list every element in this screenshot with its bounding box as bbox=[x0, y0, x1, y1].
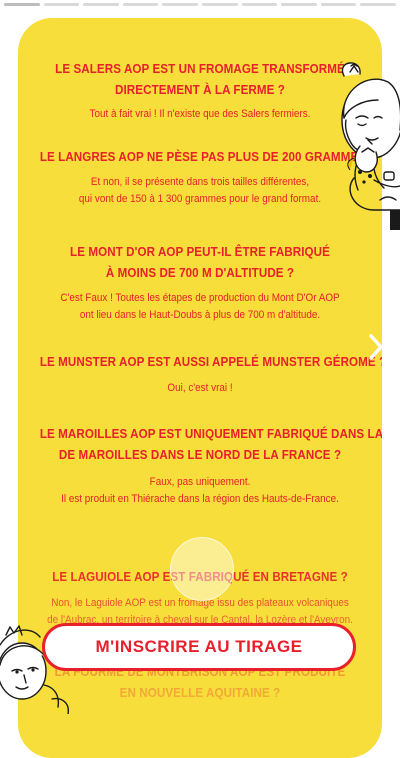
progress-segment bbox=[4, 3, 40, 6]
question-line: LE MAROILLES AOP EST UNIQUEMENT FABRIQUÉ… bbox=[39, 426, 382, 441]
progress-segment bbox=[122, 3, 159, 6]
touch-indicator bbox=[170, 537, 234, 601]
answer-line: Il est produit en Thiérache dans la régi… bbox=[61, 493, 339, 505]
quiz-question: LE LANGRES AOP NE PÈSE PAS PLUS DE 200 G… bbox=[39, 146, 377, 167]
quiz-question: LE MUNSTER AOP EST AUSSI APPELÉ MUNSTER … bbox=[39, 351, 382, 372]
quiz-question: LE MONT D'OR AOP PEUT-IL ÊTRE FABRIQUÉ À… bbox=[40, 241, 360, 283]
progress-segment bbox=[162, 3, 198, 6]
question-line: DIRECTEMENT À LA FERME ? bbox=[115, 82, 285, 97]
progress-segment bbox=[201, 3, 238, 6]
progress-segment bbox=[360, 3, 396, 6]
quiz-item: LE MONT D'OR AOP PEUT-IL ÊTRE FABRIQUÉ À… bbox=[18, 241, 382, 324]
answer-line: Oui, c'est vrai ! bbox=[167, 382, 233, 394]
question-line: LE SALERS AOP EST UN FROMAGE TRANSFORMÉ bbox=[55, 61, 345, 76]
woman-illustration bbox=[341, 62, 400, 230]
question-line: DE MAROILLES DANS LE NORD DE LA FRANCE ? bbox=[58, 447, 342, 462]
answer-line: Faux, pas uniquement. bbox=[149, 476, 251, 488]
quiz-answer: C'est Faux ! Toutes les étapes de produc… bbox=[36, 290, 364, 324]
quiz-answer: Oui, c'est vrai ! bbox=[36, 380, 364, 397]
quiz-item: LE MUNSTER AOP EST AUSSI APPELÉ MUNSTER … bbox=[18, 351, 382, 397]
question-line: À MOINS DE 700 M D'ALTITUDE ? bbox=[105, 265, 295, 280]
progress-segment bbox=[241, 3, 278, 6]
answer-line: C'est Faux ! Toutes les étapes de produc… bbox=[60, 292, 340, 304]
question-line: LE LANGRES AOP NE PÈSE PAS PLUS DE 200 G… bbox=[39, 149, 377, 164]
question-line: EN NOUVELLE AQUITAINE ? bbox=[119, 685, 281, 700]
quiz-item: LE MAROILLES AOP EST UNIQUEMENT FABRIQUÉ… bbox=[18, 423, 382, 508]
progress-segment bbox=[43, 3, 80, 6]
quiz-answer: Faux, pas uniquement. Il est produit en … bbox=[36, 474, 364, 508]
progress-segment bbox=[320, 3, 357, 6]
chevron-right-icon[interactable] bbox=[366, 332, 386, 362]
quiz-question: LE MAROILLES AOP EST UNIQUEMENT FABRIQUÉ… bbox=[39, 423, 382, 465]
quiz-question: LE SALERS AOP EST UN FROMAGE TRANSFORMÉ … bbox=[40, 58, 360, 100]
question-line: LE MUNSTER AOP EST AUSSI APPELÉ MUNSTER … bbox=[39, 354, 382, 369]
answer-line: ont lieu dans le Haut-Doubs à plus de 70… bbox=[79, 309, 321, 321]
progress-segment bbox=[281, 3, 317, 6]
register-draw-button[interactable]: M'INSCRIRE AU TIRAGE bbox=[42, 623, 356, 671]
progress-segment bbox=[83, 3, 119, 6]
question-line: LE MONT D'OR AOP PEUT-IL ÊTRE FABRIQUÉ bbox=[70, 244, 330, 259]
story-progress-bar bbox=[4, 3, 396, 6]
